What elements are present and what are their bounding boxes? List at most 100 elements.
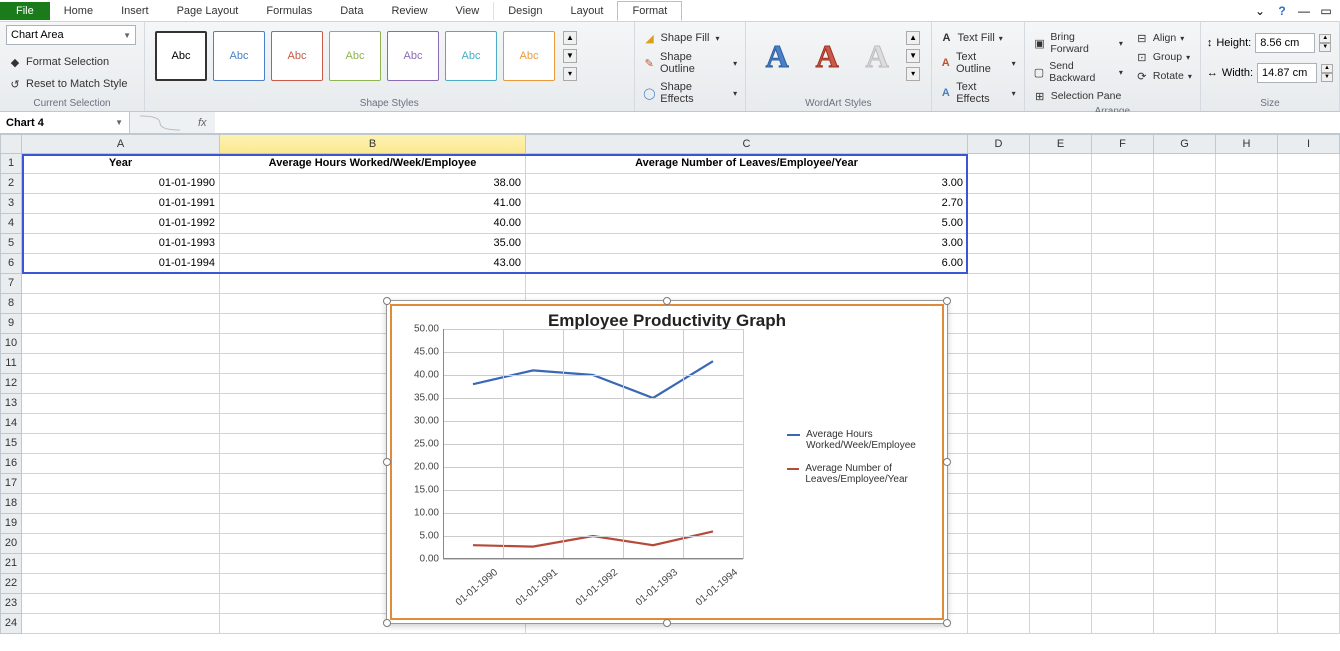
cell[interactable]: [1030, 614, 1092, 634]
cell[interactable]: 01-01-1991: [22, 194, 220, 214]
align-button[interactable]: ⊟ Align ▾: [1133, 29, 1194, 47]
resize-handle[interactable]: [383, 297, 391, 305]
cell[interactable]: [22, 554, 220, 574]
height-spinner[interactable]: ▲▼: [1319, 34, 1331, 52]
resize-handle[interactable]: [383, 458, 391, 466]
wordart-swatch[interactable]: A: [854, 31, 900, 81]
row-header[interactable]: 9: [0, 314, 22, 334]
cell[interactable]: [1030, 574, 1092, 594]
rotate-button[interactable]: ⟳ Rotate ▾: [1133, 67, 1194, 85]
cell[interactable]: [1030, 154, 1092, 174]
row-header[interactable]: 22: [0, 574, 22, 594]
cell[interactable]: [22, 434, 220, 454]
cell[interactable]: [1216, 214, 1278, 234]
text-outline-button[interactable]: A Text Outline ▾: [938, 49, 1018, 77]
cell[interactable]: [1216, 554, 1278, 574]
tab-page-layout[interactable]: Page Layout: [163, 2, 253, 20]
chart-legend[interactable]: Average Hours Worked/Week/Employee Avera…: [787, 429, 937, 497]
resize-handle[interactable]: [383, 619, 391, 627]
cell[interactable]: [1154, 474, 1216, 494]
cell[interactable]: [968, 474, 1030, 494]
cell[interactable]: [1092, 154, 1154, 174]
cell[interactable]: [968, 554, 1030, 574]
cell[interactable]: [968, 354, 1030, 374]
cell[interactable]: [1278, 254, 1340, 274]
cell[interactable]: [1154, 374, 1216, 394]
tab-file[interactable]: File: [0, 2, 50, 20]
scroll-down-icon[interactable]: ▼: [906, 49, 920, 63]
cell[interactable]: [1154, 554, 1216, 574]
chart-series-line[interactable]: [473, 531, 713, 546]
cell[interactable]: [968, 214, 1030, 234]
cell[interactable]: [968, 294, 1030, 314]
cell[interactable]: [968, 154, 1030, 174]
row-header[interactable]: 15: [0, 434, 22, 454]
cell[interactable]: [1030, 194, 1092, 214]
tab-layout[interactable]: Layout: [556, 2, 617, 20]
cell[interactable]: [1216, 614, 1278, 634]
cell[interactable]: [1278, 174, 1340, 194]
cell[interactable]: [1030, 234, 1092, 254]
cell[interactable]: [1030, 174, 1092, 194]
cell[interactable]: [1278, 374, 1340, 394]
gallery-scrollbar[interactable]: ▲ ▼ ▾: [563, 31, 577, 81]
tab-data[interactable]: Data: [326, 2, 377, 20]
gallery-expand-icon[interactable]: ▾: [906, 67, 920, 81]
shape-style-swatch[interactable]: Abc: [329, 31, 381, 81]
cell[interactable]: [1092, 174, 1154, 194]
cell[interactable]: [1092, 514, 1154, 534]
cell[interactable]: [968, 534, 1030, 554]
cell[interactable]: [1216, 454, 1278, 474]
group-button[interactable]: ⊡ Group ▾: [1133, 48, 1194, 66]
cell[interactable]: [1278, 334, 1340, 354]
cell[interactable]: [968, 194, 1030, 214]
cell[interactable]: 2.70: [526, 194, 968, 214]
col-header-C[interactable]: C: [526, 134, 968, 154]
cell[interactable]: Average Number of Leaves/Employee/Year: [526, 154, 968, 174]
cell[interactable]: [1216, 514, 1278, 534]
cell[interactable]: [22, 574, 220, 594]
cell[interactable]: [1216, 234, 1278, 254]
cell[interactable]: [1030, 394, 1092, 414]
cell[interactable]: [1278, 274, 1340, 294]
cell[interactable]: [968, 614, 1030, 634]
cell[interactable]: [1216, 274, 1278, 294]
cell[interactable]: [1092, 554, 1154, 574]
cell[interactable]: [1216, 314, 1278, 334]
tab-home[interactable]: Home: [50, 2, 107, 20]
cell[interactable]: [1154, 454, 1216, 474]
cell[interactable]: 35.00: [220, 234, 526, 254]
cell[interactable]: [1030, 434, 1092, 454]
cell[interactable]: [1154, 394, 1216, 414]
cell[interactable]: [1278, 194, 1340, 214]
select-all-corner[interactable]: [0, 134, 22, 154]
cell[interactable]: [1154, 214, 1216, 234]
cell[interactable]: [1092, 614, 1154, 634]
cell[interactable]: [1216, 574, 1278, 594]
cell[interactable]: [1092, 574, 1154, 594]
cell[interactable]: [22, 314, 220, 334]
cell[interactable]: [1030, 514, 1092, 534]
cell[interactable]: [1030, 494, 1092, 514]
cell[interactable]: [22, 534, 220, 554]
row-header[interactable]: 8: [0, 294, 22, 314]
cell[interactable]: [968, 454, 1030, 474]
cell[interactable]: [1092, 234, 1154, 254]
cell[interactable]: [1216, 254, 1278, 274]
cell[interactable]: 40.00: [220, 214, 526, 234]
cell[interactable]: [1092, 534, 1154, 554]
cell[interactable]: [968, 434, 1030, 454]
cell[interactable]: [1092, 334, 1154, 354]
cell[interactable]: [1092, 414, 1154, 434]
cell[interactable]: [968, 254, 1030, 274]
resize-handle[interactable]: [663, 297, 671, 305]
cell[interactable]: [968, 234, 1030, 254]
cell[interactable]: [1030, 314, 1092, 334]
shape-style-swatch[interactable]: Abc: [155, 31, 207, 81]
cell[interactable]: [1030, 414, 1092, 434]
row-header[interactable]: 11: [0, 354, 22, 374]
cell[interactable]: [1278, 454, 1340, 474]
shape-fill-button[interactable]: ◢ Shape Fill ▾: [641, 29, 722, 47]
cell[interactable]: [1030, 554, 1092, 574]
cell[interactable]: [1278, 314, 1340, 334]
